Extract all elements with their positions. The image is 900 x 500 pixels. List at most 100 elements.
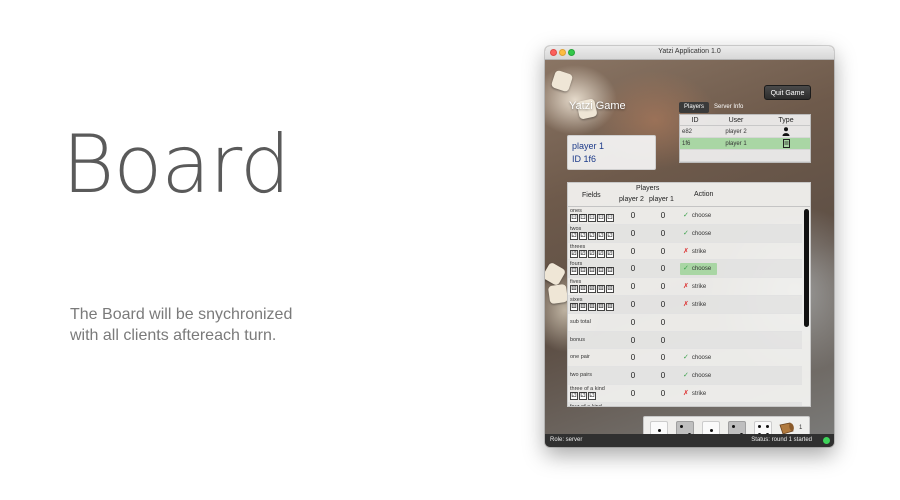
- player-2-score: 0: [630, 299, 636, 309]
- action-label: strike: [691, 390, 707, 397]
- strike-button[interactable]: ✗strike: [680, 388, 717, 400]
- die-face-icon: ⚂: [570, 249, 578, 258]
- die-face-icon: ⚅: [588, 302, 596, 311]
- players-panel-tabs: Players Server Info: [679, 102, 748, 114]
- die-face-icon: ⚁: [579, 231, 587, 240]
- field-dice-icons: ⚁ ⚁ ⚁ ⚁ ⚁: [570, 231, 614, 240]
- score-row: four of a kind⚁⚁⚁⚁00✗strike: [568, 402, 802, 407]
- score-row: three of a kind ⚁ ⚁ ⚁ 0 0 ✗ strike: [568, 385, 802, 403]
- field-name: sub total: [570, 318, 591, 325]
- score-row: ones ⚀ ⚀ ⚀ ⚀ ⚀ 0 0 ✓ choose: [568, 207, 802, 225]
- tab-server-info[interactable]: Server Info: [709, 102, 748, 113]
- die-face-icon: ⚄: [606, 285, 614, 294]
- player-1-score: 0: [660, 371, 666, 381]
- app-title: Yatzi Game: [569, 100, 626, 112]
- player-2-score: 0: [630, 264, 636, 274]
- background-die-image: [547, 283, 569, 305]
- die-face-icon: ⚁: [588, 231, 596, 240]
- player-1-score: 0: [660, 317, 666, 327]
- choose-button[interactable]: ✓ choose: [680, 210, 717, 222]
- action-label: strike: [691, 301, 707, 308]
- quit-game-button[interactable]: Quit Game: [764, 85, 811, 100]
- board-scrollbar[interactable]: [804, 209, 809, 327]
- die-face-icon: ⚁: [597, 231, 605, 240]
- player-2-score: 0: [630, 371, 636, 381]
- strike-button[interactable]: ✗strike: [680, 246, 717, 258]
- player-row[interactable]: e82 player 2: [680, 126, 810, 138]
- score-row: fives ⚄ ⚄ ⚄ ⚄ ⚄ 0 0 ✗ strike: [568, 278, 802, 296]
- action-label: strike: [691, 284, 707, 291]
- choose-button[interactable]: ✓ choose: [680, 370, 717, 382]
- die-face-icon: ⚁: [570, 391, 578, 400]
- die-face-icon: ⚅: [579, 302, 587, 311]
- column-header-id: ID: [691, 117, 699, 124]
- role-label: Role: server: [550, 437, 583, 443]
- action-label: choose: [691, 213, 712, 219]
- hero-description-line: with all clients aftereach turn.: [70, 327, 277, 344]
- die-face-icon: ⚄: [570, 285, 578, 294]
- column-header-players: Players: [636, 185, 660, 192]
- column-header-player-2: player 2: [619, 196, 644, 203]
- score-rows: ones ⚀ ⚀ ⚀ ⚀ ⚀ 0 0 ✓ choose twos ⚁ ⚁ ⚁ ⚁ ⚁ 0 0 ✓ choose thre…: [568, 207, 802, 407]
- choose-button[interactable]: ✓ choose: [680, 352, 717, 364]
- die-face-icon: ⚀: [606, 214, 614, 222]
- player-2-score: 0: [630, 353, 636, 363]
- choose-button[interactable]: ✓ choose: [680, 228, 717, 240]
- die-face-icon: ⚀: [588, 214, 596, 222]
- player-2-score: 0: [630, 317, 636, 327]
- die-face-icon: ⚅: [606, 302, 614, 311]
- die-face-icon: ⚂: [588, 249, 596, 258]
- tab-players[interactable]: Players: [679, 102, 710, 113]
- player-row[interactable]: 1f6 player 1: [680, 138, 810, 150]
- field-name: two pairs: [570, 372, 593, 379]
- player-2-score: 0: [630, 228, 636, 238]
- cross-icon: ✗: [683, 300, 689, 308]
- checkmark-icon: ✓: [683, 229, 689, 237]
- field-name: four of a kind: [570, 403, 602, 407]
- player-1-score: 0: [660, 211, 666, 220]
- player-1-score: 0: [660, 353, 666, 363]
- die-face-icon: ⚃: [606, 267, 614, 276]
- cross-icon: ✗: [683, 389, 689, 397]
- choose-button[interactable]: ✓ choose: [680, 263, 717, 276]
- player-2-score: 0: [630, 246, 636, 256]
- hero-description: The Board will be snychronized with all …: [70, 304, 360, 346]
- player-1-score: 0: [660, 264, 666, 274]
- die-face-icon: ⚄: [597, 285, 605, 294]
- score-row: sub total 0 0: [568, 314, 802, 332]
- die-face-icon: ⚂: [597, 249, 605, 258]
- score-row: fours ⚃ ⚃ ⚃ ⚃ ⚃ 0 0 ✓ choose: [568, 260, 802, 279]
- player-row-user: player 2: [725, 129, 747, 135]
- field-dice-icons: ⚁ ⚁ ⚁: [570, 391, 596, 400]
- die-pip: [731, 424, 735, 428]
- players-table-header: ID User Type: [680, 115, 810, 126]
- cross-icon: ✗: [683, 283, 689, 291]
- status-bar: Role: server Status: round 1 started: [545, 434, 834, 447]
- die-face-icon: ⚃: [570, 267, 578, 276]
- player-row-user: player 1: [725, 141, 747, 147]
- die-face-icon: ⚁: [606, 231, 614, 240]
- die-pip: [757, 424, 761, 428]
- score-row: one pair 0 0 ✓ choose: [568, 349, 802, 368]
- die-pip: [679, 424, 683, 428]
- current-player-card: player 1 ID 1f6: [567, 135, 656, 170]
- player-row-type: [762, 126, 810, 137]
- roll-count: 1: [799, 425, 803, 431]
- game-background: Quit Game Yatzi Game player 1 ID 1f6 Pla…: [545, 60, 834, 443]
- strike-button[interactable]: ✗strike: [680, 406, 717, 407]
- player-row-empty: [680, 150, 810, 162]
- strike-button[interactable]: ✗strike: [680, 299, 717, 311]
- column-header-user: User: [728, 117, 744, 124]
- die-face-icon: ⚅: [597, 302, 605, 311]
- die-face-icon: ⚀: [597, 214, 605, 222]
- player-name: player 1: [572, 141, 605, 151]
- checkmark-icon: ✓: [683, 212, 689, 219]
- background-die-image: [550, 69, 574, 93]
- score-row: sixes ⚅ ⚅ ⚅ ⚅ ⚅ 0 0 ✗ strike: [568, 295, 802, 314]
- player-1-score: 0: [660, 228, 666, 238]
- die-face-icon: ⚃: [579, 267, 587, 276]
- score-row: bonus 0 0: [568, 331, 802, 350]
- strike-button[interactable]: ✗strike: [680, 281, 717, 293]
- player-2-score: 0: [630, 388, 636, 398]
- die-face-icon: ⚂: [606, 249, 614, 258]
